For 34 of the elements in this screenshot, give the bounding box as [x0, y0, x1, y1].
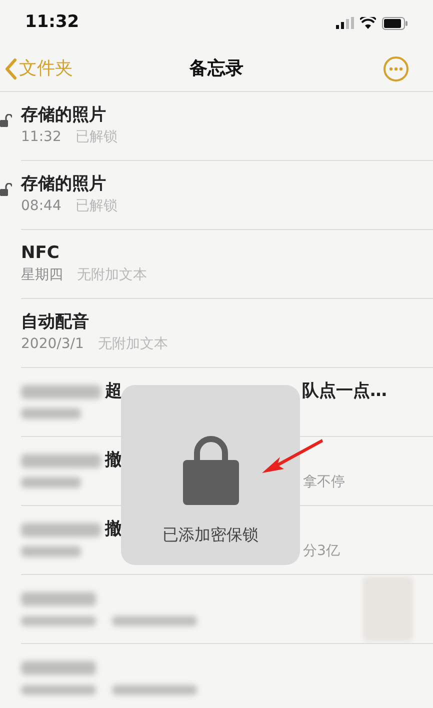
note-preview: 无附加文本: [98, 336, 168, 354]
status-time: 11:32: [25, 11, 80, 34]
back-chevron-icon: [4, 58, 17, 80]
note-title[interactable]: 存储的照片: [21, 105, 106, 126]
note-title[interactable]: NFC: [21, 243, 60, 264]
note-preview: 已解锁: [75, 198, 118, 216]
note-preview: 已解锁: [75, 129, 118, 147]
note-date: 2020/3/1: [21, 336, 84, 354]
note-title[interactable]: 撤: [105, 450, 122, 472]
unlocked-lock-icon: [0, 183, 12, 197]
redacted-text: [21, 477, 81, 488]
note-preview: 分3亿: [303, 542, 340, 560]
battery-icon: [382, 16, 408, 30]
wifi-icon: [360, 17, 376, 29]
more-icon: [383, 56, 409, 82]
signal-icon: [336, 17, 354, 29]
hud-message: 已添加密保锁: [162, 524, 258, 546]
unlocked-lock-icon: [0, 114, 12, 128]
nav-title: 备忘录: [190, 57, 244, 81]
note-preview: 拿不停: [303, 474, 345, 492]
annotation-arrow: [260, 437, 324, 475]
note-date: 11:32: [21, 129, 62, 147]
note-title[interactable]: 队点一点…: [302, 381, 387, 403]
note-date: 08:44: [21, 198, 62, 216]
redacted-text: [21, 546, 81, 557]
note-title[interactable]: 自动配音: [21, 312, 89, 334]
lock-icon: [182, 435, 238, 505]
note-preview: 无附加文本: [77, 267, 147, 285]
note-title[interactable]: 撤: [105, 519, 122, 541]
more-button[interactable]: [383, 56, 409, 82]
note-title[interactable]: 超: [105, 381, 122, 403]
note-date: 星期四: [21, 267, 63, 285]
note-title[interactable]: 存储的照片: [21, 174, 106, 196]
redacted-text: [21, 408, 81, 419]
